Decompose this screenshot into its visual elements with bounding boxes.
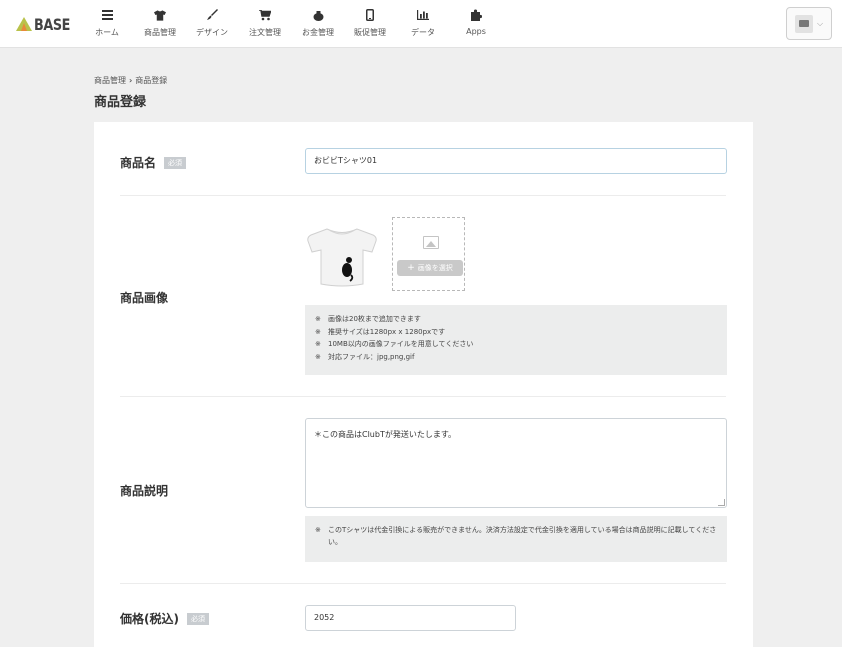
breadcrumb: 商品管理 › 商品登録: [94, 75, 167, 86]
resize-handle-icon[interactable]: [718, 499, 725, 506]
shirt-icon: [154, 9, 166, 21]
image-notes: ※ 画像は20枚まで追加できます ※ 推奨サイズは1280px x 1280pxです…: [305, 305, 727, 375]
nav-label: デザイン: [196, 28, 228, 37]
phone-icon: [364, 9, 376, 21]
nav-item-orders[interactable]: 注文管理: [243, 0, 287, 48]
field-label: 商品画像: [120, 291, 169, 305]
select-image-button[interactable]: + 画像を選択: [397, 260, 463, 276]
nav-item-design[interactable]: デザイン: [190, 0, 234, 48]
price-input[interactable]: 2052: [305, 605, 516, 631]
page-title: 商品登録: [94, 95, 147, 110]
nav-label: 販促管理: [354, 28, 386, 37]
nav-label: Apps: [466, 27, 486, 36]
note-row: ※ このTシャツは代金引換による販売ができません。決済方法設定で代金引換を適用して…: [315, 526, 717, 546]
field-label: 商品説明: [120, 484, 169, 498]
nav-item-money[interactable]: お金管理: [296, 0, 340, 48]
logo-text: BASE: [34, 14, 71, 34]
nav-item-data[interactable]: データ: [401, 0, 445, 48]
logo-mark-icon: [16, 17, 32, 31]
product-image-thumbnail[interactable]: [307, 226, 377, 288]
breadcrumb-current: 商品登録: [135, 76, 168, 85]
note-row: ※ 10MB以内の画像ファイルを用意してください: [315, 340, 474, 348]
nav-label: 商品管理: [144, 28, 176, 37]
image-upload-area[interactable]: + 画像を選択: [392, 217, 465, 291]
textarea-content: ＊この商品はClubTが発送いたします。: [314, 430, 457, 439]
moneybag-icon: [312, 9, 324, 21]
required-badge: 必須: [164, 156, 187, 169]
divider: [120, 195, 726, 196]
product-name-label: 商品名 必須: [120, 154, 187, 171]
bar-chart-icon: [417, 9, 429, 21]
plus-icon: +: [407, 263, 415, 273]
nav-label: データ: [411, 28, 435, 37]
divider: [120, 583, 726, 584]
brush-icon: [206, 9, 218, 21]
product-description-textarea[interactable]: ＊この商品はClubTが発送いたします。: [305, 418, 727, 508]
list-icon: [101, 9, 113, 21]
note-row: ※ 対応ファイル：jpg,png,gif: [315, 352, 415, 361]
required-badge: 必須: [186, 612, 209, 625]
field-label: 価格(税込): [120, 612, 179, 626]
product-image-label: 商品画像: [120, 289, 168, 306]
description-note: ※ このTシャツは代金引換による販売ができません。決済方法設定で代金引換を適用して…: [305, 516, 727, 562]
nav-item-products[interactable]: 商品管理: [138, 0, 182, 48]
product-name-input[interactable]: おビビTシャツ01: [305, 148, 727, 174]
note-row: ※ 画像は20枚まで追加できます: [315, 315, 421, 323]
puzzle-icon: [470, 9, 482, 21]
nav-label: お金管理: [302, 28, 334, 37]
chevron-down-icon: ⌵: [816, 18, 824, 28]
image-placeholder-icon: [423, 236, 439, 249]
note-row: ※ 推奨サイズは1280px x 1280pxです: [315, 327, 446, 336]
nav-item-promotion[interactable]: 販促管理: [348, 0, 392, 48]
price-label: 価格(税込) 必須: [120, 610, 209, 627]
breadcrumb-link-products[interactable]: 商品管理: [94, 75, 126, 86]
product-description-label: 商品説明: [120, 482, 168, 499]
nav-label: ホーム: [95, 28, 119, 37]
nav-label: 注文管理: [249, 28, 281, 37]
divider: [120, 396, 726, 397]
nav-item-home[interactable]: ホーム: [85, 0, 129, 48]
select-image-label: 画像を選択: [417, 264, 453, 272]
base-logo[interactable]: BASE: [16, 12, 71, 36]
store-icon: [794, 14, 813, 33]
product-form-card: 商品名 必須 おビビTシャツ01 商品画像 + 画像を選択 ※ 画像は20枚まで追…: [94, 122, 753, 647]
breadcrumb-separator-icon: ›: [129, 76, 133, 85]
top-navigation-bar: BASE ホーム 商品管理 デザイン 注文管理 お金管理 販促管理 データ Ap…: [0, 0, 842, 48]
nav-item-apps[interactable]: Apps: [454, 0, 498, 48]
cart-icon: [259, 9, 271, 21]
store-menu-button[interactable]: ⌵: [786, 7, 832, 40]
field-label: 商品名: [120, 156, 157, 170]
